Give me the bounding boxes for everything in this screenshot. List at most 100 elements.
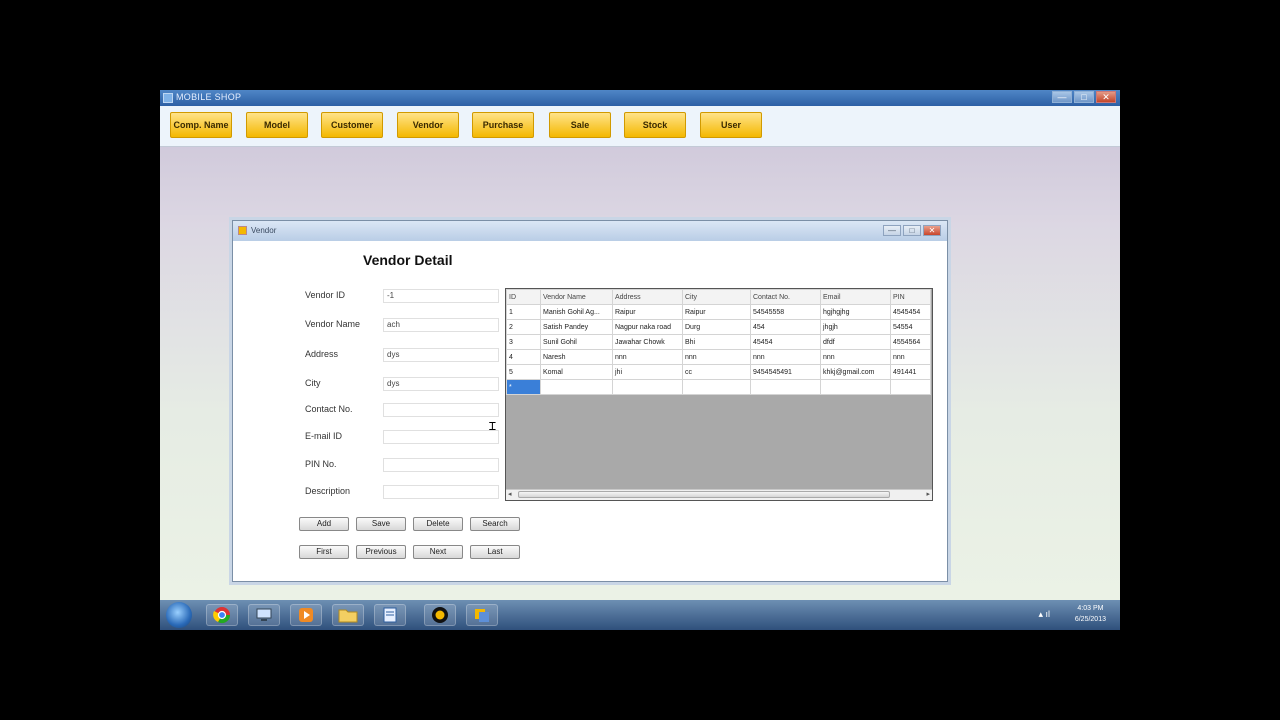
media-player-icon[interactable] xyxy=(290,604,322,626)
table-cell[interactable] xyxy=(682,379,751,395)
table-row-new[interactable]: * xyxy=(506,379,931,395)
start-button[interactable] xyxy=(166,602,192,628)
table-cell[interactable]: Sunil Gohil xyxy=(540,334,613,350)
menu-purchase-button[interactable]: Purchase xyxy=(472,112,534,138)
vendor-grid[interactable]: ID Vendor Name Address City Contact No. … xyxy=(505,288,933,501)
table-cell[interactable]: Raipur xyxy=(612,304,683,320)
vendor-name-field[interactable]: ach xyxy=(383,318,499,332)
table-cell[interactable] xyxy=(612,379,683,395)
column-header-pin[interactable]: PIN xyxy=(890,289,931,305)
table-cell[interactable]: jhgjh xyxy=(820,319,891,335)
mobile-shop-icon[interactable] xyxy=(466,604,498,626)
scroll-left-icon[interactable]: ◂ xyxy=(508,490,512,498)
notepad-icon[interactable] xyxy=(374,604,406,626)
table-cell[interactable]: Jawahar Chowk xyxy=(612,334,683,350)
table-cell[interactable]: 491441 xyxy=(890,364,931,380)
horizontal-scrollbar[interactable]: ◂ ▸ xyxy=(506,489,932,500)
table-cell[interactable]: dfdf xyxy=(820,334,891,350)
email-id-field[interactable] xyxy=(383,430,499,444)
previous-button[interactable]: Previous xyxy=(356,545,406,559)
search-button[interactable]: Search xyxy=(470,517,520,531)
table-cell[interactable]: cc xyxy=(682,364,751,380)
table-cell[interactable]: 45454 xyxy=(750,334,821,350)
table-cell[interactable] xyxy=(890,379,931,395)
description-field[interactable] xyxy=(383,485,499,499)
table-cell[interactable]: 454 xyxy=(750,319,821,335)
table-row[interactable]: 3 Sunil Gohil Jawahar Chowk Bhi 45454 df… xyxy=(506,334,931,350)
table-cell[interactable]: 3 xyxy=(506,334,541,350)
table-cell[interactable]: nnn xyxy=(820,349,891,365)
vendor-close-button[interactable]: ✕ xyxy=(923,225,941,236)
table-row[interactable]: 1 Manish Gohil Ag... Raipur Raipur 54545… xyxy=(506,304,931,320)
table-cell[interactable]: Nagpur naka road xyxy=(612,319,683,335)
table-cell[interactable]: Manish Gohil Ag... xyxy=(540,304,613,320)
table-cell[interactable] xyxy=(540,379,613,395)
column-header-email[interactable]: Email xyxy=(820,289,891,305)
last-button[interactable]: Last xyxy=(470,545,520,559)
table-cell[interactable]: jhi xyxy=(612,364,683,380)
table-cell[interactable]: nnn xyxy=(890,349,931,365)
menu-user-button[interactable]: User xyxy=(700,112,762,138)
column-header-contact-no[interactable]: Contact No. xyxy=(750,289,821,305)
table-cell[interactable]: 4545454 xyxy=(890,304,931,320)
table-row[interactable]: 4 Naresh nnn nnn nnn nnn nnn xyxy=(506,349,931,365)
add-button[interactable]: Add xyxy=(299,517,349,531)
vendor-id-field[interactable]: -1 xyxy=(383,289,499,303)
menu-sale-button[interactable]: Sale xyxy=(549,112,611,138)
explorer-icon[interactable] xyxy=(332,604,364,626)
table-cell[interactable]: Satish Pandey xyxy=(540,319,613,335)
column-header-id[interactable]: ID xyxy=(506,289,541,305)
table-cell[interactable]: Naresh xyxy=(540,349,613,365)
table-cell[interactable] xyxy=(750,379,821,395)
table-cell[interactable]: 54545558 xyxy=(750,304,821,320)
menu-model-button[interactable]: Model xyxy=(246,112,308,138)
column-header-vendor-name[interactable]: Vendor Name xyxy=(540,289,613,305)
table-row[interactable]: 2 Satish Pandey Nagpur naka road Durg 45… xyxy=(506,319,931,335)
table-cell[interactable]: Durg xyxy=(682,319,751,335)
menu-vendor-button[interactable]: Vendor xyxy=(397,112,459,138)
maximize-button[interactable]: □ xyxy=(1074,91,1094,103)
table-row[interactable]: 5 Komal jhi cc 9454545491 khkj@gmail.com… xyxy=(506,364,931,380)
minimize-button[interactable]: — xyxy=(1052,91,1072,103)
close-button[interactable]: ✕ xyxy=(1096,91,1116,103)
contact-no-field[interactable] xyxy=(383,403,499,417)
table-cell-selected[interactable]: * xyxy=(506,379,541,395)
table-cell[interactable]: 2 xyxy=(506,319,541,335)
table-cell[interactable]: 54554 xyxy=(890,319,931,335)
column-header-address[interactable]: Address xyxy=(612,289,683,305)
menu-stock-button[interactable]: Stock xyxy=(624,112,686,138)
first-button[interactable]: First xyxy=(299,545,349,559)
menu-customer-button[interactable]: Customer xyxy=(321,112,383,138)
table-cell[interactable]: nnn xyxy=(750,349,821,365)
vendor-minimize-button[interactable]: — xyxy=(883,225,901,236)
chrome-icon[interactable] xyxy=(206,604,238,626)
table-cell[interactable]: 1 xyxy=(506,304,541,320)
table-cell[interactable]: nnn xyxy=(612,349,683,365)
scroll-right-icon[interactable]: ▸ xyxy=(926,490,930,498)
table-cell[interactable]: khkj@gmail.com xyxy=(820,364,891,380)
network-icon[interactable] xyxy=(248,604,280,626)
menu-comp-name-button[interactable]: Comp. Name xyxy=(170,112,232,138)
table-cell[interactable]: nnn xyxy=(682,349,751,365)
table-cell[interactable]: 4554564 xyxy=(890,334,931,350)
scrollbar-thumb[interactable] xyxy=(518,491,890,498)
address-field[interactable]: dys xyxy=(383,348,499,362)
table-cell[interactable]: Komal xyxy=(540,364,613,380)
table-cell[interactable]: hgjhgjhg xyxy=(820,304,891,320)
clock[interactable]: 4:03 PM 6/25/2013 xyxy=(1075,603,1106,625)
table-cell[interactable]: Raipur xyxy=(682,304,751,320)
table-cell[interactable]: Bhi xyxy=(682,334,751,350)
app-icon[interactable] xyxy=(424,604,456,626)
pin-no-field[interactable] xyxy=(383,458,499,472)
delete-button[interactable]: Delete xyxy=(413,517,463,531)
column-header-city[interactable]: City xyxy=(682,289,751,305)
table-cell[interactable] xyxy=(820,379,891,395)
next-button[interactable]: Next xyxy=(413,545,463,559)
system-tray-icons[interactable]: ▴ ıl xyxy=(1038,609,1050,620)
table-cell[interactable]: 4 xyxy=(506,349,541,365)
save-button[interactable]: Save xyxy=(356,517,406,531)
city-field[interactable]: dys xyxy=(383,377,499,391)
table-cell[interactable]: 5 xyxy=(506,364,541,380)
vendor-maximize-button[interactable]: □ xyxy=(903,225,921,236)
table-cell[interactable]: 9454545491 xyxy=(750,364,821,380)
